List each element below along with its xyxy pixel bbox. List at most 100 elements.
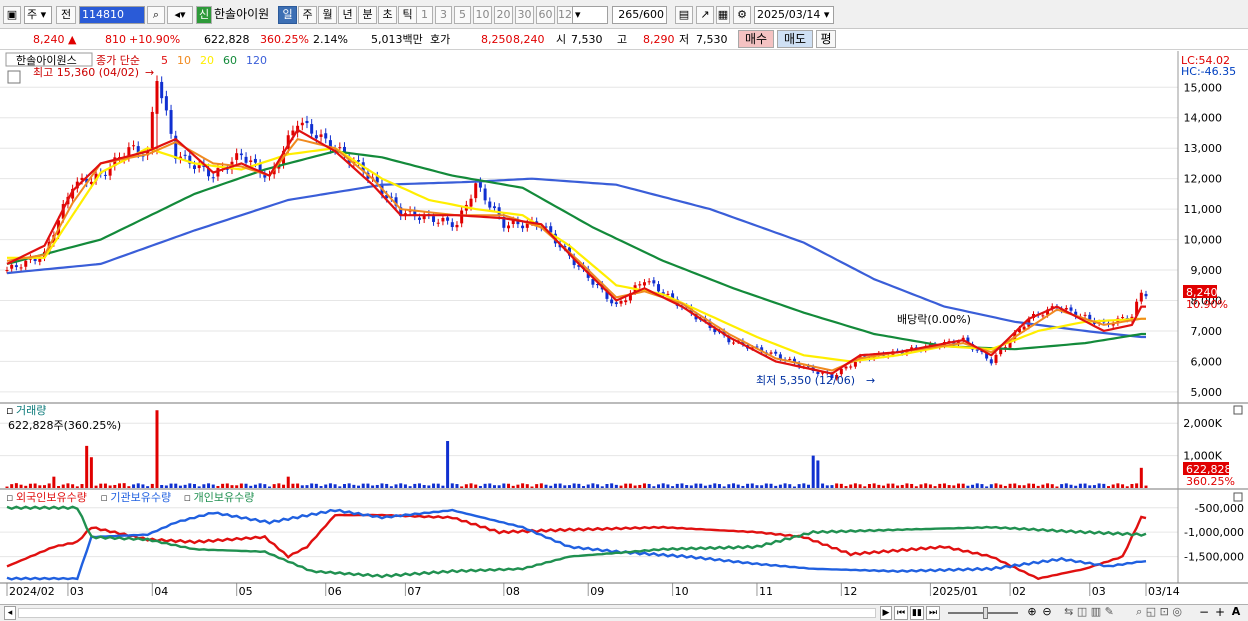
volume-bar xyxy=(1139,467,1143,488)
minute-10-button[interactable]: 10 xyxy=(473,6,492,24)
period-1-button[interactable]: 주 xyxy=(298,6,317,24)
last-icon[interactable]: ⏭ xyxy=(926,606,940,620)
volume-bar xyxy=(985,486,989,488)
minute-5-button[interactable]: 5 xyxy=(454,6,471,24)
investor-close-icon[interactable] xyxy=(1233,492,1243,502)
view-icons[interactable]: ⌕ ◱ ⊡ ◎ xyxy=(1124,606,1194,620)
candle-body xyxy=(642,282,646,286)
volume-bar xyxy=(122,483,126,488)
volume-bar xyxy=(427,485,431,488)
zoom-out-icon[interactable]: ⊖ xyxy=(1040,606,1054,620)
volume-bar xyxy=(539,483,543,488)
period-6-button[interactable]: 틱 xyxy=(398,6,417,24)
font-size-icon[interactable]: A xyxy=(1230,606,1242,620)
volume-bar xyxy=(1107,486,1111,488)
volume-bar xyxy=(314,483,318,488)
volume-bar xyxy=(61,484,65,488)
candle-body xyxy=(211,177,215,179)
period-4-button[interactable]: 분 xyxy=(358,6,377,24)
minute-60-button[interactable]: 60 xyxy=(536,6,555,24)
gear-icon[interactable]: ⚙ xyxy=(733,6,751,24)
date-label: 05 xyxy=(239,585,253,598)
volume-bar xyxy=(422,485,426,488)
volume-bar xyxy=(957,483,961,488)
volume-bar xyxy=(535,484,539,488)
investor-legend-1: 기관보유수량 xyxy=(110,491,171,504)
candle-body xyxy=(10,264,14,269)
period-0-button[interactable]: 일 xyxy=(278,6,297,24)
tool-icons[interactable]: ⇆ ◫ ▥ ✎ xyxy=(1058,606,1120,620)
volume-bar xyxy=(994,483,998,488)
minus-icon[interactable]: − xyxy=(1198,606,1210,620)
scroll-left-icon[interactable]: ◂ xyxy=(4,606,16,620)
type-select[interactable]: 주 ▾ xyxy=(24,6,52,24)
volume-bar xyxy=(980,484,984,488)
period-3-button[interactable]: 년 xyxy=(338,6,357,24)
speaker-icon[interactable]: ◂▾ xyxy=(167,6,193,24)
candle-body xyxy=(844,366,848,369)
zoom-in-icon[interactable]: ⊕ xyxy=(1025,606,1039,620)
minute-20-button[interactable]: 20 xyxy=(494,6,513,24)
minute-30-button[interactable]: 30 xyxy=(515,6,534,24)
scrollbar-track[interactable] xyxy=(18,608,876,618)
candle-body xyxy=(1041,315,1045,317)
price-tick-label: 12,000 xyxy=(1184,173,1223,186)
volume-bar xyxy=(750,483,754,488)
price-tick-label: 5,000 xyxy=(1191,386,1223,399)
count-field[interactable]: 265/600 xyxy=(612,6,667,24)
volume-bar xyxy=(14,483,18,488)
volume-bar xyxy=(324,484,328,488)
code-input[interactable]: 114810 xyxy=(79,6,145,24)
minute-1-button[interactable]: 1 xyxy=(416,6,433,24)
date-label: 2024/02 xyxy=(9,585,55,598)
volume-bar xyxy=(971,484,975,488)
volume-bar xyxy=(413,483,417,488)
candle-body xyxy=(249,160,253,162)
avg-button[interactable]: 평 xyxy=(816,30,836,48)
minute-3-button[interactable]: 3 xyxy=(435,6,452,24)
volume-bar xyxy=(591,483,595,488)
period-2-button[interactable]: 월 xyxy=(318,6,337,24)
play-icon[interactable]: ▶ xyxy=(880,606,892,620)
calc-icon[interactable] xyxy=(7,70,21,84)
volume-close-icon[interactable] xyxy=(1233,405,1243,415)
add-indicator-icon[interactable]: ▤ xyxy=(675,6,693,24)
investor-tick-label: -1,000,000 xyxy=(1184,526,1244,539)
save-icon[interactable]: ▦ xyxy=(716,6,730,24)
candle-body xyxy=(614,302,618,305)
investor-legend-0: 외국인보유수량 xyxy=(16,491,87,504)
first-icon[interactable]: ⏮ xyxy=(894,606,908,620)
candle-body xyxy=(525,223,529,228)
volume-bar xyxy=(1130,483,1134,488)
amount-value: 5,013백만 xyxy=(371,33,423,46)
prev-button[interactable]: 전 xyxy=(56,6,76,24)
volume-bar xyxy=(717,484,721,488)
volume-bar xyxy=(628,483,632,488)
buy-button[interactable]: 매수 xyxy=(738,30,774,48)
stock-chart[interactable]: 15,000 14,000 13,000 12,000 11,000 10,000 9,00… xyxy=(0,51,1248,604)
volume-bar xyxy=(108,485,112,488)
plus-icon[interactable]: + xyxy=(1214,606,1226,620)
candle-body xyxy=(469,198,473,207)
candle-body xyxy=(1139,292,1143,302)
minute-input[interactable]: ▾ xyxy=(572,6,608,24)
candle-body xyxy=(132,145,136,147)
candle-body xyxy=(244,156,248,163)
zoom-thumb[interactable] xyxy=(983,607,988,619)
search-icon[interactable]: ⌕ xyxy=(147,6,165,24)
volume-bar xyxy=(464,484,468,488)
period-5-button[interactable]: 초 xyxy=(378,6,397,24)
volume-bar xyxy=(596,484,600,488)
volume-bar xyxy=(357,485,361,488)
price-tick-label: 14,000 xyxy=(1184,112,1223,125)
volume-value: 622,828 xyxy=(204,33,250,46)
sell-button[interactable]: 매도 xyxy=(777,30,813,48)
volume-bar xyxy=(1008,483,1012,488)
draw-tool-icon[interactable]: ↗ xyxy=(696,6,714,24)
candle-body xyxy=(183,154,187,156)
volume-bar xyxy=(385,483,389,488)
date-field[interactable]: 2025/03/14 ▾ xyxy=(754,6,834,24)
pause-icon[interactable]: ▮▮ xyxy=(910,606,924,620)
candle-body xyxy=(324,133,328,139)
window-icon[interactable]: ▣ xyxy=(3,6,21,24)
